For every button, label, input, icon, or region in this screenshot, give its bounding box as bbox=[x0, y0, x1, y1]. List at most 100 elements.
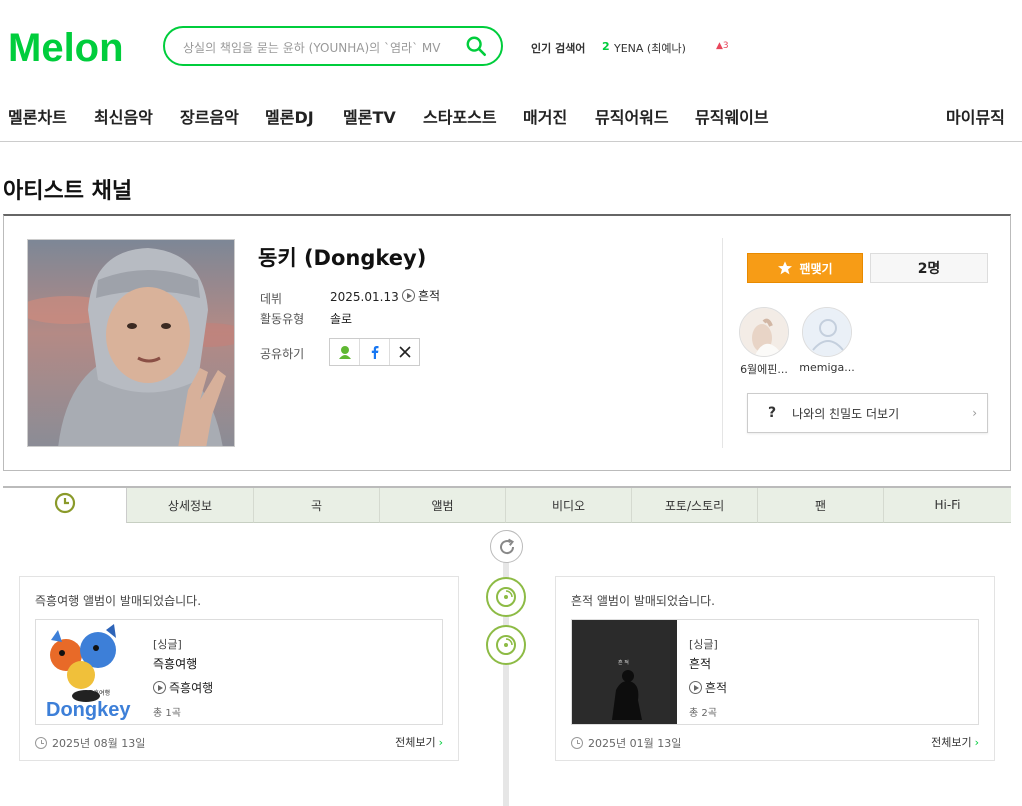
popular-search-change: ▲3 bbox=[716, 41, 729, 51]
popular-search-word[interactable]: YENA (최예나) bbox=[614, 40, 686, 56]
tab-photo-story[interactable]: 포토/스토리 bbox=[632, 488, 758, 523]
nav-item-new-music[interactable]: 최신음악 bbox=[94, 104, 153, 128]
nav-item-magazine[interactable]: 매거진 bbox=[523, 104, 567, 128]
facebook-icon bbox=[371, 346, 378, 359]
play-icon bbox=[153, 681, 166, 694]
melon-logo[interactable]: Melon bbox=[8, 26, 124, 71]
divider bbox=[722, 238, 723, 448]
become-fan-label: 팬맺기 bbox=[799, 261, 833, 276]
fan-name[interactable]: memiga... bbox=[797, 361, 857, 374]
artist-photo bbox=[27, 239, 235, 447]
album-cover[interactable]: 즉흥여행 Dongkey bbox=[36, 620, 141, 724]
play-icon bbox=[689, 681, 702, 694]
tab-albums[interactable]: 앨범 bbox=[380, 488, 506, 523]
album-title[interactable]: 흔적 bbox=[689, 655, 711, 672]
nav-item-my-music[interactable]: 마이뮤직 bbox=[946, 104, 1005, 128]
timeline-message: 즉흥여행 앨범이 발매되었습니다. bbox=[35, 594, 202, 608]
chevron-right-icon: › bbox=[438, 736, 443, 749]
album-item[interactable]: 흔 적 [싱글] 흔적 흔적 총 2곡 bbox=[571, 619, 979, 725]
search-input[interactable]: 상실의 책임을 묻는 윤하 (YOUNHA)의 `염라` MV bbox=[183, 39, 440, 56]
debut-date: 2025.01.13 bbox=[330, 290, 399, 304]
refresh-button[interactable] bbox=[490, 530, 523, 563]
chevron-right-icon: › bbox=[972, 406, 977, 420]
share-x-button[interactable] bbox=[390, 339, 419, 365]
share-facebook-button[interactable] bbox=[360, 339, 390, 365]
svg-text:즉흥여행: 즉흥여행 bbox=[88, 689, 110, 697]
activity-type-value: 솔로 bbox=[330, 312, 353, 326]
album-type: [싱글] bbox=[153, 638, 182, 651]
svg-text:Dongkey: Dongkey bbox=[46, 699, 131, 721]
share-buttons bbox=[329, 338, 420, 366]
nav-item-genre-music[interactable]: 장르음악 bbox=[180, 104, 239, 128]
melon-friend-icon bbox=[338, 346, 351, 359]
track-link[interactable]: 즉흥여행 bbox=[153, 679, 213, 696]
nav-item-melon-tv[interactable]: 멜론TV bbox=[343, 104, 396, 128]
artist-tabs: 상세정보 곡 앨범 비디오 포토/스토리 팬 Hi-Fi bbox=[3, 486, 1011, 523]
star-icon bbox=[778, 261, 793, 275]
play-icon bbox=[402, 289, 415, 302]
tab-songs[interactable]: 곡 bbox=[254, 488, 380, 523]
timeline-node bbox=[486, 625, 526, 665]
album-item[interactable]: 즉흥여행 Dongkey [싱글] 즉흥여행 즉흥여행 총 1곡 bbox=[35, 619, 443, 725]
tab-fans[interactable]: 팬 bbox=[758, 488, 884, 523]
artist-info-panel: 동키 (Dongkey) 데뷔 2025.01.13 흔적 활동유형 솔로 공유… bbox=[3, 214, 1011, 471]
timeline-card: 흔적 앨범이 발매되었습니다. 흔 적 [싱글] 흔적 흔적 총 2곡 2025… bbox=[555, 576, 995, 761]
timeline-card: 즉흥여행 앨범이 발매되었습니다. 즉흥여행 Dongkey [싱글] 즉흥여행… bbox=[19, 576, 459, 761]
activity-type-label: 활동유형 bbox=[260, 312, 305, 326]
fan-name[interactable]: 6월에핀... bbox=[734, 361, 794, 377]
user-icon bbox=[803, 308, 851, 356]
debut-song-link[interactable]: 흔적 bbox=[402, 287, 440, 304]
clock-icon bbox=[571, 737, 583, 749]
tab-timeline[interactable] bbox=[3, 488, 127, 523]
chevron-right-icon: › bbox=[974, 736, 979, 749]
become-fan-button[interactable]: 팬맺기 bbox=[747, 253, 863, 283]
intimacy-more-button[interactable]: ? 나와의 친밀도 더보기 › bbox=[747, 393, 988, 433]
nav-item-melon-dj[interactable]: 멜론DJ bbox=[265, 104, 314, 128]
album-title[interactable]: 즉흥여행 bbox=[153, 655, 197, 672]
search-box[interactable]: 상실의 책임을 묻는 윤하 (YOUNHA)의 `염라` MV bbox=[163, 26, 503, 66]
popular-search-label: 인기 검색어 bbox=[531, 42, 586, 55]
release-date-text: 2025년 01월 13일 bbox=[588, 737, 682, 750]
album-type: [싱글] bbox=[689, 638, 718, 651]
debut-label: 데뷔 bbox=[260, 292, 283, 306]
view-all-label: 전체보기 bbox=[931, 736, 972, 749]
timeline-node bbox=[486, 577, 526, 617]
tab-videos[interactable]: 비디오 bbox=[506, 488, 632, 523]
debut-song-title: 흔적 bbox=[418, 289, 441, 303]
x-icon bbox=[398, 346, 411, 358]
view-all-link[interactable]: 전체보기 › bbox=[931, 734, 979, 750]
popular-search-rank: 2 bbox=[602, 40, 610, 53]
search-icon[interactable] bbox=[465, 35, 487, 57]
track-title: 흔적 bbox=[705, 681, 728, 695]
track-count: 총 1곡 bbox=[153, 708, 181, 719]
refresh-icon bbox=[499, 538, 514, 554]
nav-item-music-wave[interactable]: 뮤직웨이브 bbox=[695, 104, 769, 128]
fan-avatar[interactable] bbox=[739, 307, 789, 357]
timeline-message: 흔적 앨범이 발매되었습니다. bbox=[571, 594, 715, 608]
release-date: 2025년 01월 13일 bbox=[571, 735, 681, 751]
view-all-link[interactable]: 전체보기 › bbox=[395, 734, 443, 750]
release-date: 2025년 08월 13일 bbox=[35, 735, 145, 751]
clock-icon bbox=[35, 737, 47, 749]
album-cover[interactable]: 흔 적 bbox=[572, 620, 677, 724]
clock-icon bbox=[54, 492, 75, 513]
nav-item-music-awards[interactable]: 뮤직어워드 bbox=[595, 104, 669, 128]
track-link[interactable]: 흔적 bbox=[689, 679, 727, 696]
share-label: 공유하기 bbox=[260, 347, 305, 361]
question-icon: ? bbox=[768, 405, 777, 421]
main-nav: 멜론차트 최신음악 장르음악 멜론DJ 멜론TV 스타포스트 매거진 뮤직어워드… bbox=[0, 96, 1022, 142]
svg-text:흔 적: 흔 적 bbox=[618, 659, 629, 666]
nav-item-melon-chart[interactable]: 멜론차트 bbox=[8, 104, 67, 128]
tab-hifi[interactable]: Hi-Fi bbox=[884, 488, 1011, 523]
fan-avatar-default[interactable] bbox=[802, 307, 852, 357]
track-count: 총 2곡 bbox=[689, 708, 717, 719]
intimacy-label: 나와의 친밀도 더보기 bbox=[792, 406, 900, 421]
track-title: 즉흥여행 bbox=[169, 681, 214, 695]
tab-details[interactable]: 상세정보 bbox=[127, 488, 254, 523]
artist-name: 동키 (Dongkey) bbox=[258, 246, 427, 270]
share-melon-friend-button[interactable] bbox=[330, 339, 360, 365]
release-date-text: 2025년 08월 13일 bbox=[52, 737, 146, 750]
nav-item-star-post[interactable]: 스타포스트 bbox=[423, 104, 497, 128]
page-title: 아티스트 채널 bbox=[3, 179, 133, 204]
view-all-label: 전체보기 bbox=[395, 736, 436, 749]
